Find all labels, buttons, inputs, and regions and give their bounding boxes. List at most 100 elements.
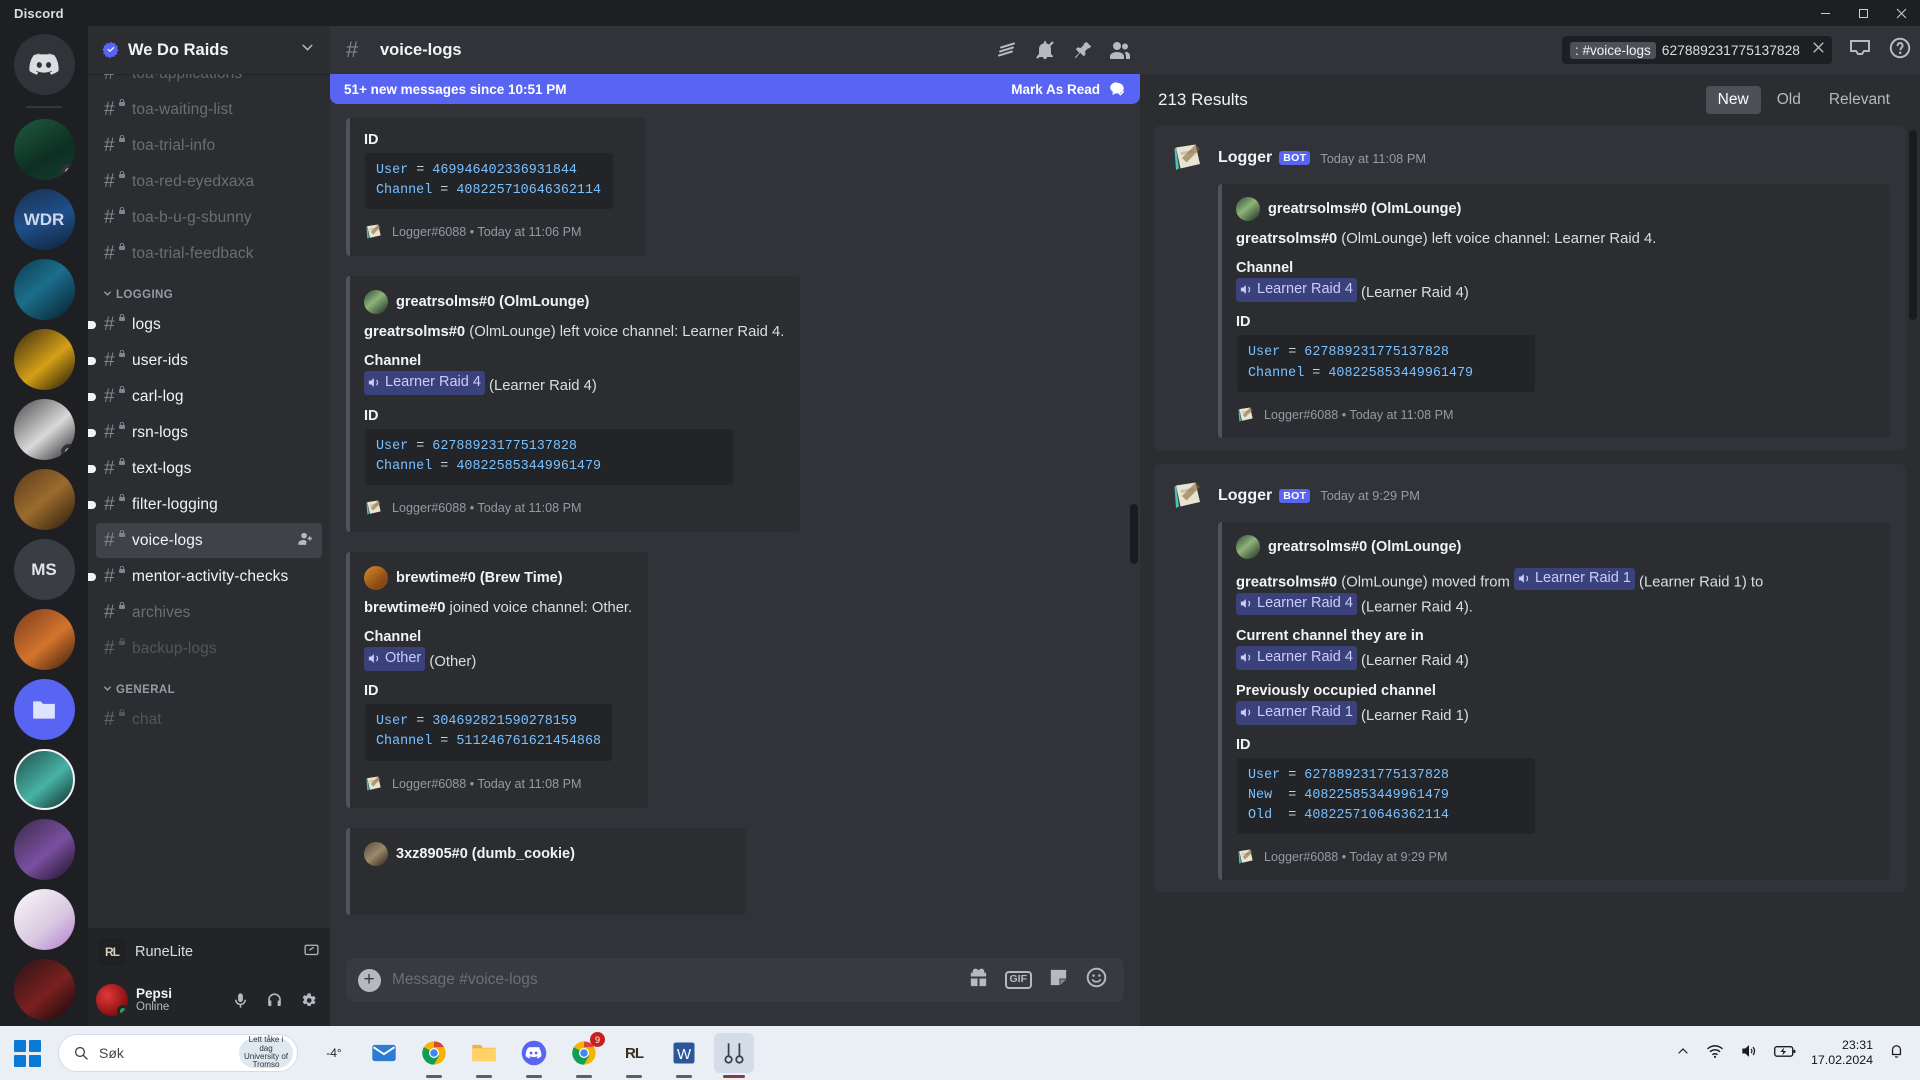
results-scrollbar[interactable] (1909, 130, 1917, 320)
pin-icon[interactable] (1071, 39, 1094, 62)
guild-item[interactable] (13, 959, 75, 1020)
close-button[interactable] (1882, 0, 1920, 26)
taskbar-app-word[interactable]: W (664, 1033, 704, 1078)
channel-mention[interactable]: Learner Raid 4 (1236, 646, 1357, 671)
new-messages-banner[interactable]: 51+ new messages since 10:51 PM Mark As … (330, 74, 1140, 104)
notification-off-icon[interactable] (1033, 38, 1057, 62)
message-scroller[interactable]: ID User = 469946402336931844 Channel = 4… (330, 74, 1140, 958)
minimize-button[interactable] (1806, 0, 1844, 26)
guild-header[interactable]: We Do Raids (88, 26, 330, 74)
activity-runelite[interactable]: RL RuneLite (88, 928, 330, 974)
taskbar-app-runelite[interactable]: RL (614, 1033, 654, 1078)
sidebar-channel-filter-logging[interactable]: # filter-logging (88, 487, 322, 522)
chevron-up-icon[interactable] (1675, 1043, 1691, 1064)
sidebar-channel-user-ids[interactable]: # user-ids (88, 343, 322, 378)
sidebar-channel-toa-red-eyedxaxa[interactable]: # toa-red-eyedxaxa (96, 164, 322, 199)
sidebar-channel-toa-waiting-list[interactable]: # toa-waiting-list (96, 92, 322, 127)
battery-icon[interactable] (1773, 1041, 1797, 1066)
taskbar-search[interactable]: Søk Lett tåke i dag University of Tromso (58, 1034, 298, 1072)
search-input[interactable]: : #voice-logs 627889231775137828 (1562, 36, 1832, 64)
guild-item[interactable] (13, 469, 75, 530)
sidebar-channel-carl-log[interactable]: # carl-log (88, 379, 322, 414)
taskbar-app-chrome-badge[interactable]: 9 (564, 1032, 605, 1078)
channel-mention[interactable]: Learner Raid 1 (1236, 700, 1357, 725)
message-input[interactable]: Message #voice-logs (392, 971, 967, 989)
mark-as-read-button[interactable]: Mark As Read (1011, 80, 1126, 98)
emoji-icon[interactable] (1085, 966, 1108, 994)
taskbar-clock[interactable]: 23:31 17.02.2024 (1811, 1038, 1873, 1069)
start-button[interactable] (0, 1026, 54, 1080)
microphone-icon[interactable] (224, 984, 256, 1016)
taskbar-app-file-explorer[interactable] (464, 1033, 504, 1078)
taskbar-app-discord[interactable] (514, 1033, 554, 1078)
guild-item[interactable]: WDR (13, 189, 75, 250)
channel-mention[interactable]: Learner Raid 4 (364, 371, 485, 396)
sidebar-channel-toa-b-u-g-sbunny[interactable]: # toa-b-u-g-sbunny (96, 200, 322, 235)
sidebar-channel-voice-logs[interactable]: # voice-logs (96, 523, 322, 558)
tab-relevant[interactable]: Relevant (1817, 86, 1902, 114)
attach-button[interactable]: + (346, 958, 392, 1002)
close-icon[interactable] (1811, 40, 1826, 60)
guild-item[interactable] (13, 399, 75, 460)
guild-item[interactable] (13, 679, 75, 740)
tab-new[interactable]: New (1705, 86, 1761, 114)
channel-mention[interactable]: Learner Raid 1 (1513, 567, 1635, 591)
sidebar-channel-rsn-logs[interactable]: # rsn-logs (88, 415, 322, 450)
bell-icon[interactable] (1887, 1041, 1906, 1065)
search-result-item[interactable]: Logger BOT Today at 9:29 PM greatrsolms#… (1154, 463, 1906, 893)
sidebar-channel-mentor-activity-checks[interactable]: # mentor-activity-checks (88, 559, 322, 594)
message-composer[interactable]: + Message #voice-logs GIF (346, 958, 1124, 1002)
guild-item[interactable] (13, 119, 75, 180)
avatar[interactable] (96, 984, 128, 1016)
guild-home-button[interactable] (13, 34, 75, 95)
sidebar-channel-chat[interactable]: # chat (96, 702, 322, 737)
channel-mention[interactable]: Learner Raid 4 (1236, 592, 1357, 616)
guild-item[interactable] (13, 889, 75, 950)
guild-item[interactable] (13, 819, 75, 880)
taskbar-app-snipping-tool[interactable] (714, 1033, 754, 1078)
weather-chip[interactable]: Lett tåke i dag University of Tromso (239, 1035, 293, 1069)
sidebar-channel-backup-logs[interactable]: # backup-logs (96, 631, 322, 666)
weather-temp[interactable]: -4° (314, 1033, 354, 1073)
wifi-icon[interactable] (1705, 1041, 1725, 1066)
guild-item[interactable] (13, 749, 75, 810)
guild-item[interactable] (13, 609, 75, 670)
channel-mention[interactable]: Other (364, 646, 426, 671)
inbox-icon[interactable] (1848, 36, 1872, 65)
gift-icon[interactable] (967, 966, 990, 994)
search-filter-chip[interactable]: : #voice-logs (1570, 41, 1656, 59)
guild-item[interactable] (13, 259, 75, 320)
threads-icon[interactable] (995, 38, 1019, 62)
chevron-down-icon[interactable] (299, 39, 316, 61)
guild-item[interactable]: MS (13, 539, 75, 600)
channel-mention[interactable]: Learner Raid 4 (1236, 277, 1357, 302)
sidebar-channel-toa-trial-feedback[interactable]: # toa-trial-feedback (96, 236, 322, 271)
sidebar-channel-text-logs[interactable]: # text-logs (88, 451, 322, 486)
sidebar-channel-logs[interactable]: # logs (88, 307, 322, 342)
popout-icon[interactable] (303, 941, 320, 963)
category-logging[interactable]: LOGGING (88, 272, 330, 306)
sidebar-channel-toa-trial-info[interactable]: # toa-trial-info (96, 128, 322, 163)
hash-lock-icon: # (104, 529, 126, 551)
headphones-icon[interactable] (258, 984, 290, 1016)
taskbar-app-chrome[interactable] (414, 1033, 454, 1078)
sidebar-channel-archives[interactable]: # archives (96, 595, 322, 630)
maximize-button[interactable] (1844, 0, 1882, 26)
guild-item[interactable] (13, 329, 75, 390)
field-value: Learner Raid 4 (Learner Raid 4) (1236, 646, 1876, 672)
sidebar-channel-toa-applications[interactable]: # toa-applications (96, 74, 322, 91)
volume-icon[interactable] (1739, 1041, 1759, 1066)
sticker-icon[interactable] (1047, 966, 1070, 994)
gif-icon[interactable]: GIF (1004, 971, 1032, 989)
members-icon[interactable] (1108, 38, 1132, 62)
search-results-list[interactable]: Logger BOT Today at 11:08 PM greatrsolms… (1140, 126, 1920, 1026)
taskbar-app-mail[interactable] (364, 1033, 404, 1073)
search-result-item[interactable]: Logger BOT Today at 11:08 PM greatrsolms… (1154, 126, 1906, 450)
tab-old[interactable]: Old (1765, 86, 1813, 114)
gear-icon[interactable] (292, 984, 324, 1016)
help-icon[interactable] (1888, 36, 1912, 65)
category-general[interactable]: GENERAL (88, 667, 330, 701)
chat-scrollbar[interactable] (1130, 504, 1138, 564)
add-member-icon[interactable] (297, 530, 314, 552)
mention-label: Learner Raid 1 (1257, 703, 1353, 720)
